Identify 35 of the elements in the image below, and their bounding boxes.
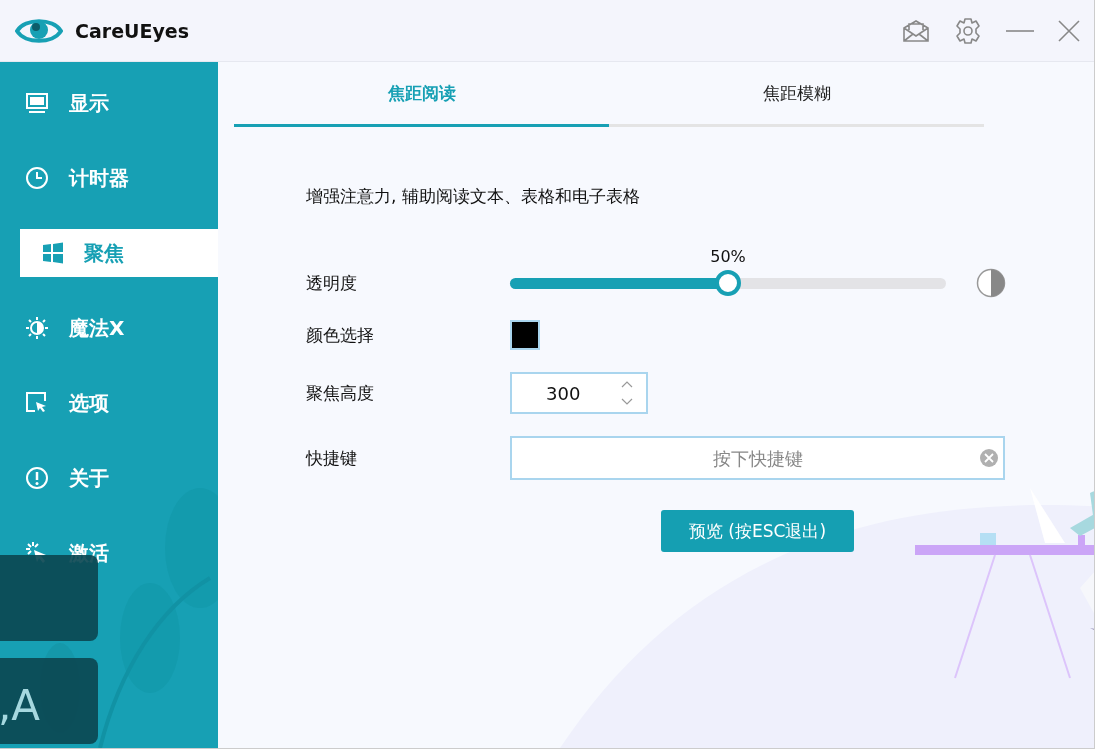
sidebar-item[interactable]: 聚焦 xyxy=(17,229,218,277)
focus-height-label: 聚焦高度 xyxy=(306,381,375,405)
description-text: 增强注意力, 辅助阅读文本、表格和电子表格 xyxy=(306,185,641,208)
focus-height-spinbox[interactable]: 300 xyxy=(510,372,648,414)
opacity-label: 透明度 xyxy=(306,271,358,295)
clock-icon xyxy=(25,166,49,190)
spin-arrows-icon[interactable] xyxy=(620,380,634,406)
sidebar-item[interactable]: 显示 xyxy=(0,79,218,127)
exclamation-icon xyxy=(25,466,49,490)
settings-icon[interactable] xyxy=(954,16,982,45)
sidebar-item[interactable]: 魔法X xyxy=(0,304,218,352)
tab[interactable]: 焦距阅读 xyxy=(234,62,609,127)
mail-icon[interactable] xyxy=(902,18,930,43)
minimize-icon[interactable] xyxy=(1006,28,1034,33)
preview-button[interactable]: 预览 (按ESC退出) xyxy=(661,510,854,552)
hotkey-field[interactable]: 按下快捷键 xyxy=(510,436,1005,480)
monitor-icon xyxy=(25,92,49,114)
window-grid-icon xyxy=(42,242,64,264)
sidebar-item[interactable]: 关于 xyxy=(0,454,218,502)
cursor-icon xyxy=(25,391,49,415)
app-title: CareUEyes xyxy=(75,19,189,42)
close-icon[interactable] xyxy=(1058,19,1080,42)
color-label: 颜色选择 xyxy=(306,323,375,347)
sidebar-item[interactable]: 计时器 xyxy=(0,154,218,202)
opacity-reading: 50% xyxy=(710,247,746,266)
contrast-icon[interactable] xyxy=(976,268,1006,298)
clear-icon[interactable] xyxy=(979,448,999,468)
tab[interactable]: 焦距模糊 xyxy=(609,62,984,127)
opacity-slider[interactable] xyxy=(510,270,946,296)
hotkey-label: 快捷键 xyxy=(306,446,358,470)
sidebar-item[interactable]: 选项 xyxy=(0,379,218,427)
slider-thumb[interactable] xyxy=(715,270,741,296)
overlay-text: ,A xyxy=(0,681,41,730)
sun-icon xyxy=(25,316,49,340)
color-swatch[interactable] xyxy=(510,320,540,350)
